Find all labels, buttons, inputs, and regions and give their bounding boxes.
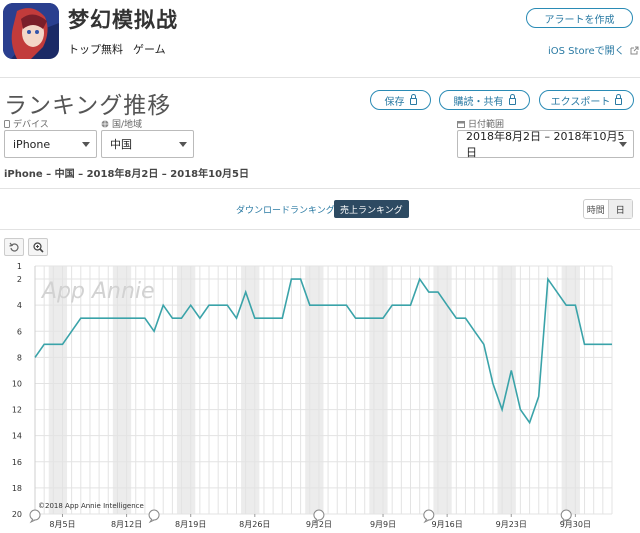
lock-icon [615,94,623,105]
y-tick-label: 2 [17,275,22,284]
copyright-text: ©2018 App Annie Intelligence [38,502,144,510]
x-tick-label: 8月5日 [49,520,75,529]
x-tick-label: 9月2日 [306,520,332,529]
tab-download-ranking[interactable]: ダウンロードランキング [236,203,335,216]
reset-zoom-button[interactable] [4,238,24,256]
header-divider [0,77,640,78]
device-select[interactable]: iPhone [4,130,97,158]
y-tick-label: 18 [12,484,22,493]
section-title: ランキング推移 [4,93,172,119]
app-title: 梦幻模拟战 [68,8,178,32]
device-select-value: iPhone [13,137,51,151]
weekend-band [369,266,388,514]
x-tick-label: 9月16日 [432,520,463,529]
weekend-band [433,266,452,514]
create-alert-button[interactable]: アラートを作成 [526,8,633,28]
date-range-value: 2018年8月2日 – 2018年10月5日 [466,130,625,159]
annotation-bubble-icon[interactable] [29,509,41,524]
tabs-divider [0,229,640,230]
watermark: App Annie [40,279,155,304]
country-select[interactable]: 中国 [101,130,194,158]
x-tick-label: 8月19日 [175,520,206,529]
undo-icon [9,242,19,252]
open-ios-store-label: iOS Storeで開く [548,46,625,57]
subscribe-share-button[interactable]: 購読・共有 [439,90,530,110]
tab-revenue-ranking[interactable]: 売上ランキング [334,200,409,218]
y-tick-label: 4 [17,301,22,310]
date-range-select[interactable]: 2018年8月2日 – 2018年10月5日 [457,130,634,159]
hourly-button[interactable]: 時間 [584,200,609,218]
rank-type-label: トップ無料 [68,43,123,56]
subscribe-share-label: 購読・共有 [453,96,504,108]
country-select-value: 中国 [110,138,132,151]
granularity-toggle: 時間 日 [583,199,633,219]
chart-subtitle: iPhone – 中国 – 2018年8月2日 – 2018年10月5日 [4,169,249,180]
globe-icon [101,120,109,127]
app-icon [3,3,59,59]
export-label: エクスポート [550,96,611,108]
device-icon [4,119,10,128]
y-tick-label: 8 [17,353,22,362]
y-tick-label: 10 [12,379,22,388]
category-label: ゲーム [133,43,166,56]
y-tick-label: 6 [17,327,22,336]
y-tick-label: 20 [12,510,22,519]
ranking-chart: App Annie 12468101214161820 8月5日 8月12日 8月1… [12,262,613,529]
chevron-down-icon [82,142,90,147]
x-tick-label: 9月9日 [370,520,396,529]
create-alert-label: アラートを作成 [544,14,615,26]
weekend-band [305,266,324,514]
chevron-down-icon [619,142,627,147]
daily-button[interactable]: 日 [608,200,632,218]
save-button[interactable]: 保存 [370,90,431,110]
external-link-icon [630,46,639,55]
annotation-bubble-icon[interactable] [148,509,160,524]
subtitle-divider [0,188,640,189]
y-tick-label: 16 [12,458,22,467]
x-tick-label: 9月23日 [496,520,527,529]
zoom-in-icon [32,241,44,253]
save-label: 保存 [384,96,405,108]
export-button[interactable]: エクスポート [539,90,634,110]
x-tick-label: 8月12日 [111,520,142,529]
x-tick-label: 8月26日 [239,520,270,529]
country-filter-label: 国/地域 [101,117,142,130]
zoom-in-button[interactable] [28,238,48,256]
open-ios-store-link[interactable]: iOS Storeで開く [548,42,639,57]
y-tick-label: 14 [12,432,22,441]
lock-icon [508,94,516,105]
chevron-down-icon [179,142,187,147]
device-filter-label: デバイス [4,117,49,130]
y-tick-label: 12 [12,406,22,415]
lock-icon [409,94,417,105]
weekend-band [176,266,196,514]
calendar-icon [457,120,465,128]
y-tick-label: 1 [17,262,22,271]
